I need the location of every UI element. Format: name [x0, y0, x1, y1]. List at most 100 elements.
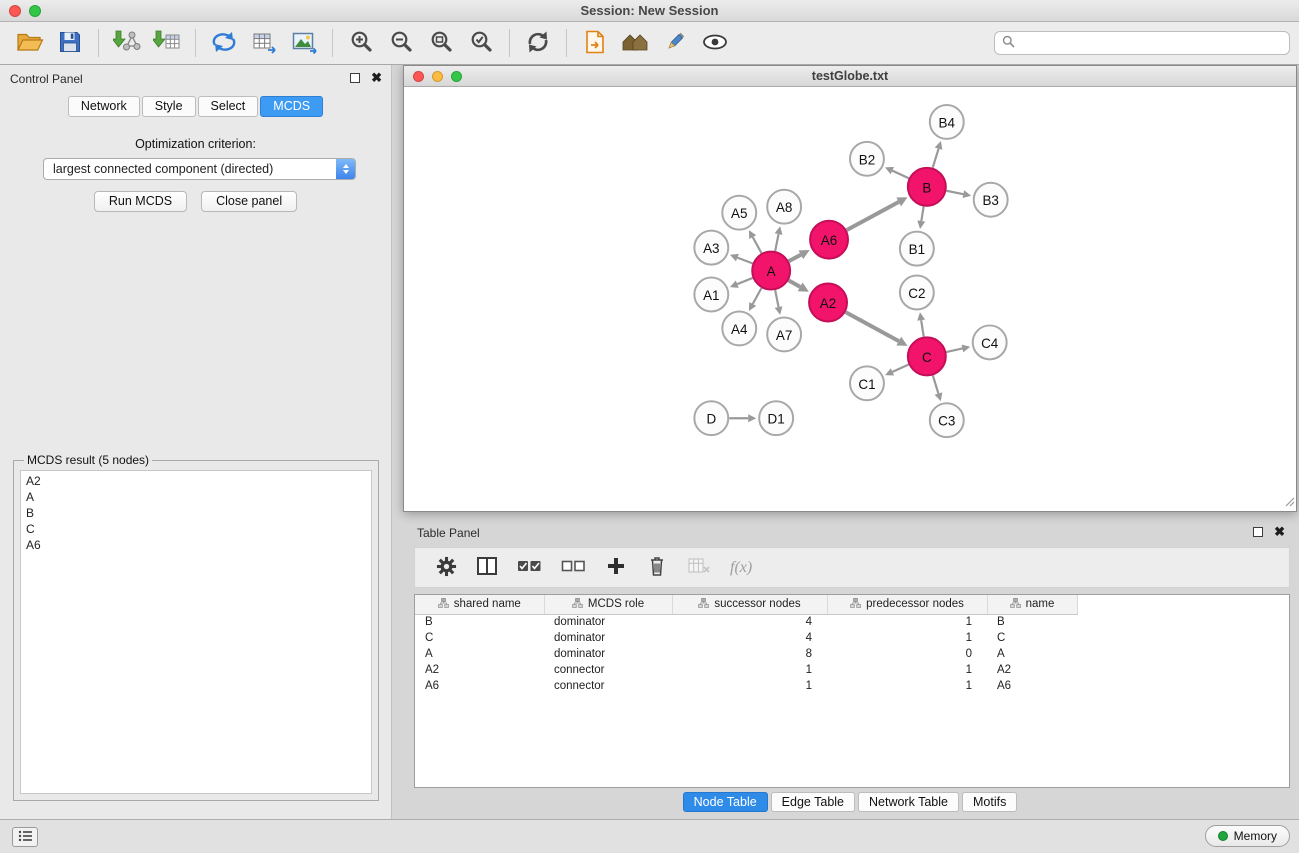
add-row-button[interactable] [605, 557, 627, 578]
graph-edge-A-A2[interactable] [789, 280, 801, 286]
table-cell[interactable]: C [987, 630, 1077, 646]
table-cell[interactable]: 4 [672, 614, 827, 630]
graph-edge-A-A4[interactable] [753, 288, 762, 304]
table-cell[interactable]: 1 [827, 678, 987, 694]
close-network-button[interactable] [413, 71, 424, 82]
tab-edge-table[interactable]: Edge Table [771, 792, 855, 812]
close-table-panel-icon[interactable]: ✖ [1274, 527, 1285, 537]
zoom-out-button[interactable] [381, 25, 421, 61]
search-input[interactable] [1020, 36, 1282, 50]
resize-grip-icon[interactable] [1284, 495, 1295, 510]
result-item[interactable]: A2 [26, 473, 366, 489]
home-view-button[interactable] [615, 25, 655, 61]
graph-node-B4[interactable]: B4 [930, 105, 964, 139]
result-item[interactable]: B [26, 505, 366, 521]
graph-node-A7[interactable]: A7 [767, 317, 801, 351]
criterion-dropdown[interactable]: largest connected component (directed) [43, 158, 356, 180]
network-window-titlebar[interactable]: testGlobe.txt [404, 66, 1296, 87]
tab-network-table[interactable]: Network Table [858, 792, 959, 812]
graph-edge-C-C2[interactable] [921, 320, 924, 336]
tab-node-table[interactable]: Node Table [683, 792, 768, 812]
graph-node-C[interactable]: C [908, 337, 946, 375]
graph-node-A3[interactable]: A3 [694, 231, 728, 265]
show-columns-button[interactable] [476, 556, 498, 579]
table-row[interactable]: Cdominator41C [415, 630, 1077, 646]
close-panel-icon[interactable]: ✖ [371, 73, 382, 83]
zoom-network-button[interactable] [451, 71, 462, 82]
table-row[interactable]: A2connector11A2 [415, 662, 1077, 678]
delete-row-button[interactable] [646, 555, 668, 580]
table-cell[interactable]: 1 [672, 678, 827, 694]
graph-node-B1[interactable]: B1 [900, 232, 934, 266]
graph-node-C2[interactable]: C2 [900, 276, 934, 310]
table-row[interactable]: A6connector11A6 [415, 678, 1077, 694]
graph-edge-A2-C[interactable] [846, 312, 899, 341]
table-cell[interactable]: A [987, 646, 1077, 662]
graph-edge-A-A8[interactable] [775, 234, 778, 251]
table-cell[interactable]: A6 [415, 678, 544, 694]
column-header-shared-name[interactable]: shared name [415, 595, 544, 614]
zoom-in-button[interactable] [341, 25, 381, 61]
graph-edge-A-A7[interactable] [775, 290, 778, 307]
close-panel-button[interactable]: Close panel [201, 191, 297, 212]
table-cell[interactable]: connector [544, 678, 672, 694]
graph-node-A1[interactable]: A1 [694, 278, 728, 312]
graph-edge-A-A3[interactable] [737, 258, 752, 264]
import-network-button[interactable] [107, 25, 147, 61]
graph-edge-B-B3[interactable] [946, 191, 963, 194]
table-settings-button[interactable] [435, 556, 457, 580]
save-session-button[interactable] [50, 25, 90, 61]
graph-edge-B-B1[interactable] [921, 206, 923, 221]
float-table-panel-icon[interactable] [1253, 527, 1263, 537]
graph-node-D[interactable]: D [694, 401, 728, 435]
table-cell[interactable]: dominator [544, 614, 672, 630]
column-header-successor-nodes[interactable]: successor nodes [672, 595, 827, 614]
graph-edge-A-A1[interactable] [737, 278, 752, 284]
graph-node-A6[interactable]: A6 [810, 221, 848, 259]
table-cell[interactable]: B [415, 614, 544, 630]
table-row[interactable]: Bdominator41B [415, 614, 1077, 630]
graph-node-A5[interactable]: A5 [722, 196, 756, 230]
result-item[interactable]: A [26, 489, 366, 505]
table-cell[interactable]: 1 [672, 662, 827, 678]
graph-edge-B-B4[interactable] [933, 149, 939, 168]
table-cell[interactable]: A2 [987, 662, 1077, 678]
float-panel-icon[interactable] [350, 73, 360, 83]
graph-node-B2[interactable]: B2 [850, 142, 884, 176]
table-row[interactable]: Adominator80A [415, 646, 1077, 662]
table-cell[interactable]: dominator [544, 630, 672, 646]
graph-edge-C-C1[interactable] [892, 365, 908, 372]
select-all-button[interactable] [517, 557, 542, 578]
table-cell[interactable]: 0 [827, 646, 987, 662]
tab-network[interactable]: Network [68, 96, 140, 117]
tab-select[interactable]: Select [198, 96, 259, 117]
function-builder-button[interactable]: f(x) [730, 559, 752, 577]
show-graphics-button[interactable] [695, 25, 735, 61]
graph-edge-A-A5[interactable] [753, 237, 762, 253]
graph-node-A2[interactable]: A2 [809, 284, 847, 322]
table-cell[interactable]: 1 [827, 662, 987, 678]
graph-node-B[interactable]: B [908, 168, 946, 206]
graph-node-A4[interactable]: A4 [722, 311, 756, 345]
result-item[interactable]: C [26, 521, 366, 537]
result-item[interactable]: A6 [26, 537, 366, 553]
export-image-button[interactable] [284, 25, 324, 61]
graph-edge-B-B2[interactable] [892, 171, 908, 179]
table-cell[interactable]: B [987, 614, 1077, 630]
tab-motifs[interactable]: Motifs [962, 792, 1017, 812]
table-cell[interactable]: 1 [827, 630, 987, 646]
table-cell[interactable]: A2 [415, 662, 544, 678]
table-cell[interactable]: 1 [827, 614, 987, 630]
toolbar-search[interactable] [994, 31, 1290, 55]
delete-table-button[interactable] [687, 556, 711, 579]
graph-node-C4[interactable]: C4 [973, 325, 1007, 359]
column-header-predecessor-nodes[interactable]: predecessor nodes [827, 595, 987, 614]
zoom-fit-button[interactable] [421, 25, 461, 61]
graph-node-C3[interactable]: C3 [930, 403, 964, 437]
table-cell[interactable]: C [415, 630, 544, 646]
export-table-button[interactable] [244, 25, 284, 61]
column-header-MCDS-role[interactable]: MCDS role [544, 595, 672, 614]
column-header-name[interactable]: name [987, 595, 1077, 614]
export-network-button[interactable] [204, 25, 244, 61]
task-history-button[interactable] [12, 827, 38, 847]
